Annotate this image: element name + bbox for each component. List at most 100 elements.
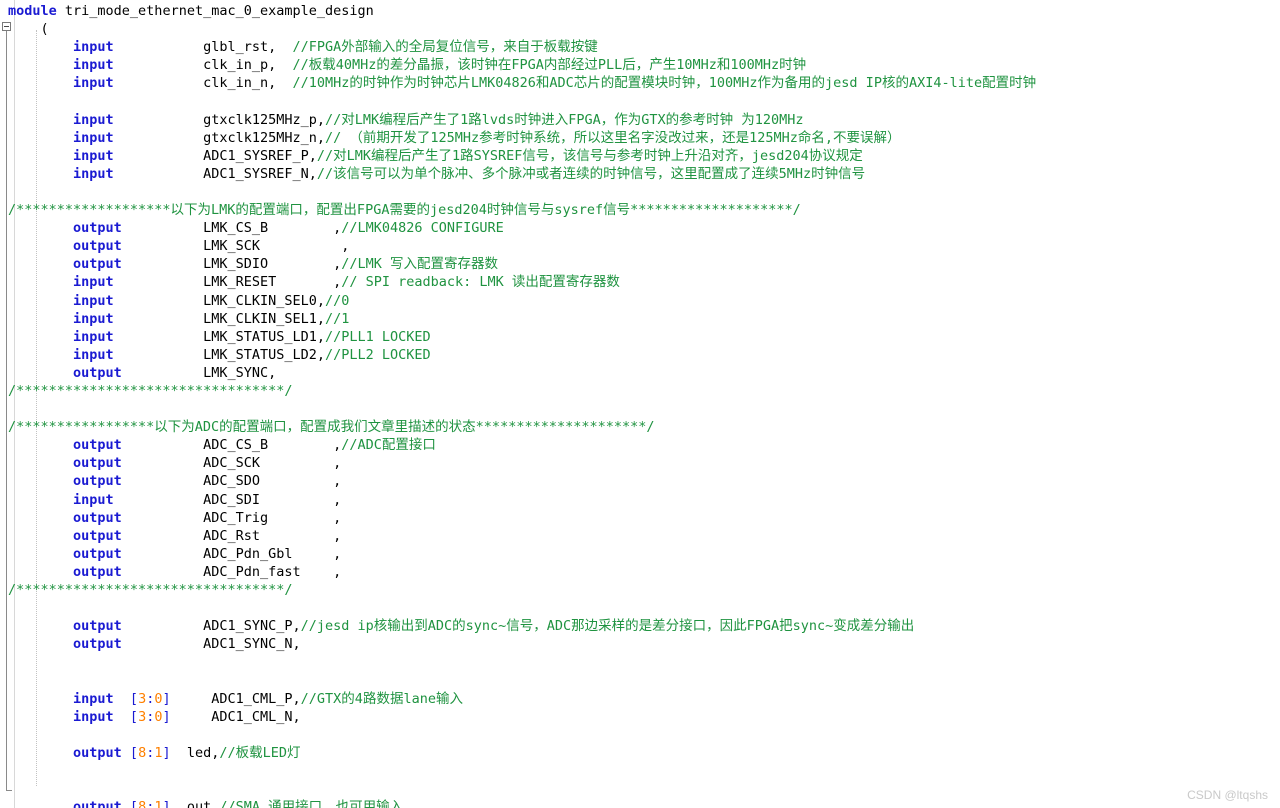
code-text-area[interactable]: module tri_mode_ethernet_mac_0_example_d…	[0, 0, 1280, 808]
code-token-kw: input	[8, 147, 114, 164]
code-token-cmt: //PLL1 LOCKED	[325, 328, 431, 345]
code-token-num: 8	[138, 744, 147, 761]
code-token-cmt: // SPI readback: LMK 读出配置寄存器数	[341, 274, 620, 291]
code-token-ident: LMK_CLKIN_SEL1,	[113, 310, 325, 327]
code-token-kw: input	[8, 75, 114, 92]
code-token-ident: led,	[170, 744, 220, 761]
code-line: input LMK_STATUS_LD1,//PLL1 LOCKED	[0, 328, 1280, 346]
code-token-brk: ]	[162, 690, 171, 707]
code-token-kw: input	[8, 708, 114, 725]
code-token-ident: gtxclk125MHz_n,	[113, 129, 325, 146]
code-token-ident: clk_in_p,	[113, 57, 293, 74]
code-token-brk: [	[113, 690, 139, 707]
code-line: input ADC1_SYSREF_P,//对LMK编程后产生了1路SYSREF…	[0, 147, 1280, 165]
code-token-brk: ]	[162, 799, 171, 808]
code-line: /*********************************/	[0, 581, 1280, 599]
code-line: input glbl_rst, //FPGA外部输入的全局复位信号，来自于板载按…	[0, 38, 1280, 56]
code-token-cmt: //PLL2 LOCKED	[325, 346, 431, 363]
code-editor[interactable]: module tri_mode_ethernet_mac_0_example_d…	[0, 0, 1280, 808]
code-token-kw: output	[8, 455, 122, 472]
code-token-cmt: // （前期开发了125MHz参考时钟系统，所以这里名字没改过来，还是125MH…	[325, 129, 901, 146]
code-token-kw: output	[8, 618, 122, 635]
code-token-kw: input	[8, 328, 114, 345]
code-line: output ADC_Trig ,	[0, 509, 1280, 527]
code-token-cmt: //对LMK编程后产生了1路lvds时钟进入FPGA，作为GTX的参考时钟 为1…	[325, 111, 804, 128]
code-token-cmt: /*****************以下为ADC的配置端口，配置成我们文章里描述…	[8, 419, 655, 436]
code-token-kw: module	[8, 3, 65, 19]
code-line: output ADC_Pdn_fast ,	[0, 563, 1280, 581]
code-line: output LMK_SDIO ,//LMK 写入配置寄存器数	[0, 255, 1280, 273]
code-token-ident: clk_in_n,	[113, 75, 293, 92]
code-token-ident: ADC_CS_B ,	[121, 437, 342, 454]
code-token-kw: input	[8, 111, 114, 128]
code-token-cmt: /*********************************/	[8, 582, 293, 598]
code-line: /*********************************/	[0, 382, 1280, 400]
code-token-ident: ADC1_CML_P,	[170, 690, 301, 707]
code-token-cmt: //板载LED灯	[219, 744, 301, 761]
code-line: (	[0, 20, 1280, 38]
code-token-brk: [	[113, 708, 139, 725]
code-token-kw: output	[8, 473, 122, 490]
code-token-kw: input	[8, 491, 114, 508]
code-token-kw: input	[8, 39, 114, 56]
code-token-ident: ADC_Pdn_fast ,	[121, 563, 342, 580]
code-token-kw: input	[8, 346, 114, 363]
code-token-ident: ADC1_SYNC_N,	[121, 636, 301, 653]
code-token-cmt: //0	[325, 292, 350, 309]
code-token-kw: output	[8, 527, 122, 544]
code-token-ident: LMK_STATUS_LD2,	[113, 346, 325, 363]
code-line: output ADC_Pdn_Gbl ,	[0, 545, 1280, 563]
code-token-ident: ADC_Pdn_Gbl ,	[121, 545, 342, 562]
code-token-ident: LMK_CS_B ,	[121, 220, 342, 237]
code-line: module tri_mode_ethernet_mac_0_example_d…	[0, 2, 1280, 20]
code-line: output ADC_SDO ,	[0, 472, 1280, 490]
code-line: input [3:0] ADC1_CML_P,//GTX的4路数据lane输入	[0, 690, 1280, 708]
code-token-cmt: //ADC配置接口	[341, 437, 436, 454]
code-token-ident: ADC_Trig ,	[121, 509, 342, 526]
code-token-cmt: /*********************************/	[8, 382, 293, 399]
code-line: output LMK_CS_B ,//LMK04826 CONFIGURE	[0, 219, 1280, 237]
code-line: output ADC_CS_B ,//ADC配置接口	[0, 436, 1280, 454]
code-line: output [8:1] out //SMA 通用接口，也可用输入	[0, 798, 1280, 808]
code-token-kw: output	[8, 509, 122, 526]
code-line: input LMK_CLKIN_SEL1,//1	[0, 310, 1280, 328]
code-token-brk: ]	[162, 744, 171, 761]
code-token-cmt: //LMK04826 CONFIGURE	[341, 220, 504, 237]
code-line: input clk_in_p, //板载40MHz的差分晶振，该时钟在FPGA内…	[0, 56, 1280, 74]
code-token-ident: ADC1_CML_N,	[170, 708, 301, 725]
code-line: input gtxclk125MHz_n,// （前期开发了125MHz参考时钟…	[0, 129, 1280, 147]
code-token-kw: output	[8, 545, 122, 562]
code-line: output ADC_Rst ,	[0, 527, 1280, 545]
code-token-kw: input	[8, 57, 114, 74]
code-token-cmt: //10MHz的时钟作为时钟芯片LMK04826和ADC芯片的配置模块时钟，10…	[292, 75, 1037, 92]
watermark-label: CSDN @ltqshs	[1187, 788, 1268, 802]
code-token-cmt: //1	[325, 310, 350, 327]
code-line: output LMK_SYNC,	[0, 364, 1280, 382]
code-line: output [8:1] led,//板载LED灯	[0, 744, 1280, 762]
code-token-cmt: //板载40MHz的差分晶振，该时钟在FPGA内部经过PLL后，产生10MHz和…	[292, 57, 807, 74]
code-token-kw: output	[8, 744, 122, 761]
code-token-ident: ADC1_SYSREF_P,	[113, 147, 317, 164]
code-token-kw: input	[8, 292, 114, 309]
code-token-cmt: /*******************以下为LMK的配置端口，配置出FPGA需…	[8, 202, 801, 219]
code-token-cmt: //FPGA外部输入的全局复位信号，来自于板载按键	[292, 39, 598, 56]
code-line: input LMK_CLKIN_SEL0,//0	[0, 292, 1280, 310]
code-token-kw: input	[8, 165, 114, 182]
code-token-cmt: //jesd ip核输出到ADC的sync~信号，ADC那边采样的是差分接口，因…	[300, 618, 915, 635]
code-token-punct: (	[8, 21, 49, 38]
code-token-ident: LMK_SYNC,	[121, 364, 277, 381]
code-token-cmt: //LMK 写入配置寄存器数	[341, 256, 499, 273]
code-token-ident: LMK_CLKIN_SEL0,	[113, 292, 325, 309]
code-token-kw: output	[8, 636, 122, 653]
code-token-kw: output	[8, 238, 122, 255]
code-token-ident: ADC_Rst ,	[121, 527, 342, 544]
code-line: input ADC1_SYSREF_N,//该信号可以为单个脉冲、多个脉冲或者连…	[0, 165, 1280, 183]
code-token-num: 3	[138, 708, 147, 725]
code-token-ident: ADC_SDI ,	[113, 491, 342, 508]
